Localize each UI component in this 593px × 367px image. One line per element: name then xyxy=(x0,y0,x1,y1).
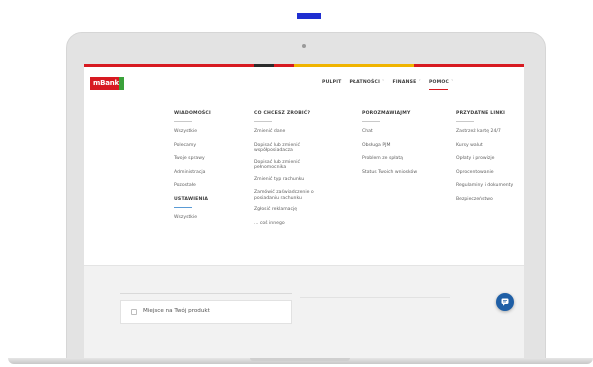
laptop-notch xyxy=(250,358,350,361)
chevron-down-icon: ˅ xyxy=(451,80,454,85)
nav-platnosci[interactable]: PŁATNOŚCI ˅ xyxy=(349,80,384,85)
help-mega-menu: WIADOMOŚCI Wszystkie Polecamy Twoje spra… xyxy=(84,97,524,266)
menu-link[interactable]: Bezpieczeństwo xyxy=(456,197,513,203)
column-title: WIADOMOŚCI xyxy=(174,111,211,116)
menu-link[interactable]: Zmienić typ rachunku xyxy=(254,177,324,183)
menu-link[interactable]: Dopisać lub zmienić pełnomocnika xyxy=(254,160,324,171)
menu-link[interactable]: ... coś innego xyxy=(254,221,324,227)
menu-link[interactable]: Chat xyxy=(362,129,417,135)
menu-link[interactable]: Opłaty i prowizje xyxy=(456,156,513,162)
column-title: POROZMAWIAJMY xyxy=(362,111,411,116)
content-divider xyxy=(300,297,450,298)
menu-link[interactable]: Pozostałe xyxy=(174,183,211,189)
menu-link[interactable]: Regulaminy i dokumenty xyxy=(456,183,513,189)
menu-link[interactable]: Zgłosić reklamację xyxy=(254,207,324,213)
chevron-down-icon: ˅ xyxy=(418,80,421,85)
chevron-down-icon: ˅ xyxy=(382,80,385,85)
menu-link[interactable]: Dopisać lub zmienić współposiadacza xyxy=(254,143,324,154)
nav-label: FINANSE xyxy=(392,80,417,85)
menu-link[interactable]: Twoje sprawy xyxy=(174,156,211,162)
nav-pomoc[interactable]: POMOC ˅ xyxy=(428,80,454,90)
logo-accent xyxy=(119,77,124,90)
menu-link[interactable]: Status Twoich wniosków xyxy=(362,170,417,176)
screen: mBank PULPIT PŁATNOŚCI ˅ FINANSE ˅ POMOC ˅ … xyxy=(84,64,524,360)
column-divider xyxy=(456,121,474,122)
menu-link[interactable]: Zastrzeż kartę 24/7 xyxy=(456,129,513,135)
column-title: CO CHCESZ ZROBIĆ? xyxy=(254,111,311,116)
product-placeholder-label: Miejsce na Twój produkt xyxy=(143,308,210,314)
nav-label: POMOC xyxy=(428,80,450,85)
column-divider xyxy=(362,121,380,122)
menu-link[interactable]: Administracja xyxy=(174,170,211,176)
menu-column-messages: WIADOMOŚCI Wszystkie Polecamy Twoje spra… xyxy=(174,111,211,228)
main-nav: PULPIT PŁATNOŚCI ˅ FINANSE ˅ POMOC ˅ xyxy=(322,80,454,90)
menu-link[interactable]: Zamówić zaświadczenie o posiadaniu rachu… xyxy=(254,190,324,201)
logo-text: mBank xyxy=(93,79,119,87)
site-header: mBank PULPIT PŁATNOŚCI ˅ FINANSE ˅ POMOC ˅ xyxy=(84,67,524,97)
top-blue-marker xyxy=(297,13,321,19)
chat-bubble-icon xyxy=(501,298,509,306)
menu-link[interactable]: Polecamy xyxy=(174,143,211,149)
nav-label: PŁATNOŚCI xyxy=(349,80,381,85)
menu-link[interactable]: Zmienić dane xyxy=(254,129,324,135)
webcam-dot xyxy=(302,44,306,48)
content-divider xyxy=(120,293,292,294)
column-title: USTAWIENIA xyxy=(174,196,209,202)
chat-button[interactable] xyxy=(496,293,514,311)
column-title: PRZYDATNE LINKI xyxy=(456,111,506,116)
nav-label: PULPIT xyxy=(322,80,342,85)
mbank-logo[interactable]: mBank xyxy=(90,77,124,90)
product-placeholder-card[interactable]: Miejsce na Twój produkt xyxy=(120,300,292,324)
nav-finanse[interactable]: FINANSE ˅ xyxy=(393,80,421,85)
column-divider xyxy=(174,206,192,208)
menu-link[interactable]: Oprocentowanie xyxy=(456,170,513,176)
product-placeholder-icon xyxy=(131,309,137,315)
menu-link[interactable]: Wszystkie xyxy=(174,129,211,135)
menu-column-talk: POROZMAWIAJMY Chat Obsługa PJM Problem z… xyxy=(362,111,417,183)
menu-link[interactable]: Obsługa PJM xyxy=(362,143,417,149)
column-divider xyxy=(254,121,272,122)
menu-column-links: PRZYDATNE LINKI Zastrzeż kartę 24/7 Kurs… xyxy=(456,111,513,210)
menu-column-actions: CO CHCESZ ZROBIĆ? Zmienić dane Dopisać l… xyxy=(254,111,324,234)
menu-link[interactable]: Kursy walut xyxy=(456,143,513,149)
nav-pulpit[interactable]: PULPIT xyxy=(322,80,341,85)
menu-link[interactable]: Wszystkie xyxy=(174,215,211,221)
menu-link[interactable]: Problem ze spłatą xyxy=(362,156,417,162)
column-divider xyxy=(174,121,192,122)
